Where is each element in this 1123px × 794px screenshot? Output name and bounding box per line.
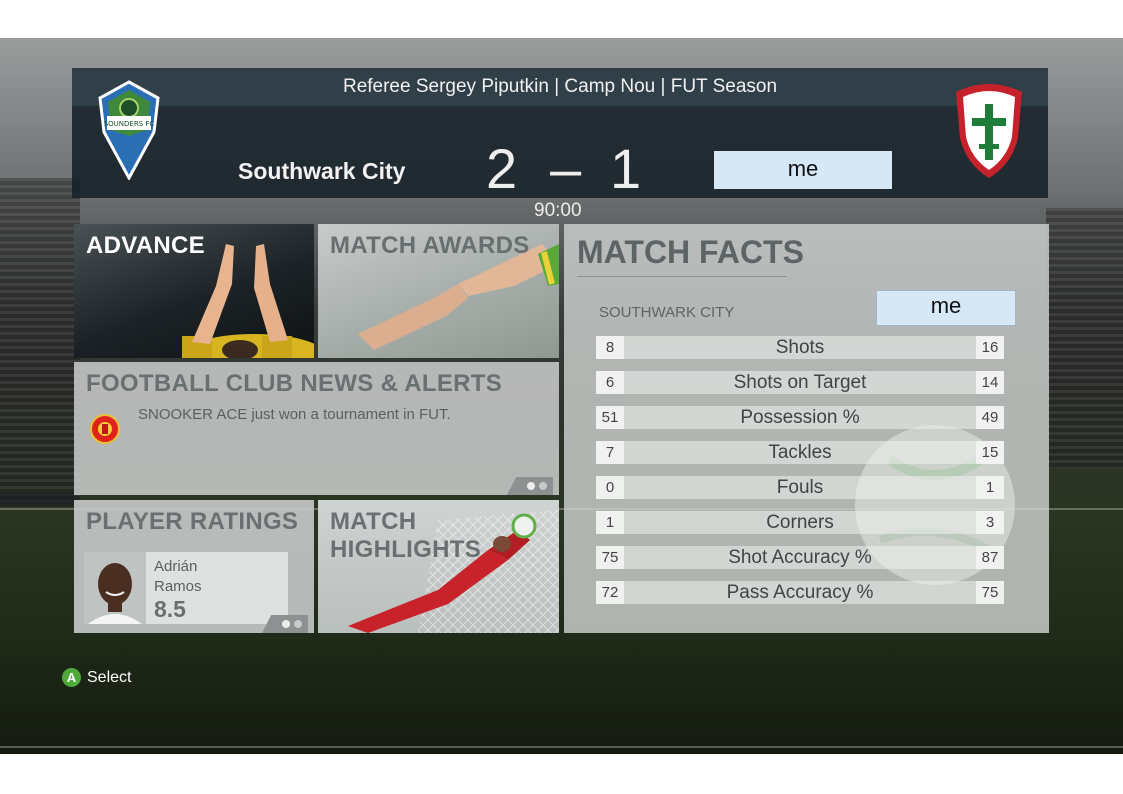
stat-label: Tackles <box>768 442 832 463</box>
stat-row: 51 Possession % 49 <box>596 406 1004 429</box>
stat-home-value: 0 <box>596 476 624 499</box>
stat-label: Corners <box>766 512 834 533</box>
stat-label: Fouls <box>776 477 824 498</box>
news-title: FOOTBALL CLUB NEWS & ALERTS <box>86 370 503 397</box>
stat-label: Shots on Target <box>733 372 867 393</box>
pitch-line-lower <box>0 746 1123 748</box>
stat-home-value: 7 <box>596 441 624 464</box>
away-team-name: me <box>714 151 892 189</box>
club-crest-icon <box>90 414 120 444</box>
advance-title: ADVANCE <box>86 232 205 259</box>
a-button-icon: A <box>62 668 81 687</box>
stat-home-value: 72 <box>596 581 624 604</box>
home-score: 2 <box>486 137 518 200</box>
advance-tile[interactable]: ADVANCE <box>74 224 314 358</box>
match-facts-title: MATCH FACTS <box>577 234 804 270</box>
match-clock: 90:00 <box>534 200 582 221</box>
stat-label: Shots <box>775 337 825 358</box>
page-dot-2 <box>294 620 302 628</box>
match-highlights-title-line2: HIGHLIGHTS <box>330 536 481 563</box>
match-awards-tile[interactable]: MATCH AWARDS <box>318 224 559 358</box>
stat-away-value: 75 <box>976 581 1004 604</box>
player-ratings-tile[interactable]: PLAYER RATINGS Adrián Ramos 8.5 <box>74 500 314 633</box>
stat-away-value: 16 <box>976 336 1004 359</box>
page-dot-1 <box>527 482 535 490</box>
stat-home-value: 1 <box>596 511 624 534</box>
match-facts-title-underline <box>577 276 787 277</box>
stat-row: 1 Corners 3 <box>596 511 1004 534</box>
match-highlights-title-line1: MATCH <box>330 508 417 535</box>
match-info: Referee Sergey Piputkin | Camp Nou | FUT… <box>342 76 778 97</box>
stat-row: 7 Tackles 15 <box>596 441 1004 464</box>
stat-home-value: 51 <box>596 406 624 429</box>
stat-away-value: 15 <box>976 441 1004 464</box>
match-highlights-tile[interactable]: MATCH HIGHLIGHTS <box>318 500 559 633</box>
news-message: SNOOKER ACE just won a tournament in FUT… <box>138 406 451 423</box>
player-ratings-title: PLAYER RATINGS <box>86 508 299 535</box>
stat-away-value: 3 <box>976 511 1004 534</box>
stat-label: Pass Accuracy % <box>726 582 874 603</box>
stat-row: 8 Shots 16 <box>596 336 1004 359</box>
home-crest-text: SOUNDERS FC <box>104 120 155 128</box>
stat-away-value: 1 <box>976 476 1004 499</box>
stadium-stand-right <box>1046 208 1123 468</box>
match-facts-panel: MATCH FACTS SOUTHWARK CITY me 8 Shots 16… <box>564 224 1049 633</box>
stat-row: 0 Fouls 1 <box>596 476 1004 499</box>
stat-home-value: 8 <box>596 336 624 359</box>
stat-row: 75 Shot Accuracy % 87 <box>596 546 1004 569</box>
page-indicator <box>507 477 553 495</box>
stat-away-value: 14 <box>976 371 1004 394</box>
stat-away-value: 87 <box>976 546 1004 569</box>
game-screen: Referee Sergey Piputkin | Camp Nou | FUT… <box>0 38 1123 754</box>
stat-row: 6 Shots on Target 14 <box>596 371 1004 394</box>
stat-row: 72 Pass Accuracy % 75 <box>596 581 1004 604</box>
stat-away-value: 49 <box>976 406 1004 429</box>
news-alerts-tile[interactable]: FOOTBALL CLUB NEWS & ALERTS SNOOKER ACE … <box>74 362 559 495</box>
stadium-sign <box>0 492 74 504</box>
player-rating: 8.5 <box>154 596 186 622</box>
cross-shield-icon <box>956 84 1022 178</box>
player-last-name: Ramos <box>154 578 202 595</box>
stat-home-value: 6 <box>596 371 624 394</box>
score-separator: – <box>550 137 582 200</box>
home-crest-icon: SOUNDERS FC <box>98 80 160 180</box>
stat-label: Possession % <box>740 407 860 428</box>
scoreboard: Referee Sergey Piputkin | Camp Nou | FUT… <box>72 68 1048 221</box>
match-awards-title: MATCH AWARDS <box>330 232 530 259</box>
player-first-name: Adrián <box>154 558 198 575</box>
home-team-label: SOUTHWARK CITY <box>599 304 735 321</box>
select-label: Select <box>87 669 132 686</box>
player-portrait <box>84 552 146 624</box>
page-dot-1 <box>282 620 290 628</box>
away-score: 1 <box>610 137 642 200</box>
page-dot-2 <box>539 482 547 490</box>
stat-home-value: 75 <box>596 546 624 569</box>
stat-label: Shot Accuracy % <box>728 547 872 568</box>
stadium-stand-left <box>0 178 80 508</box>
away-team-label: me <box>876 290 1016 326</box>
home-team-name: Southwark City <box>238 158 406 184</box>
